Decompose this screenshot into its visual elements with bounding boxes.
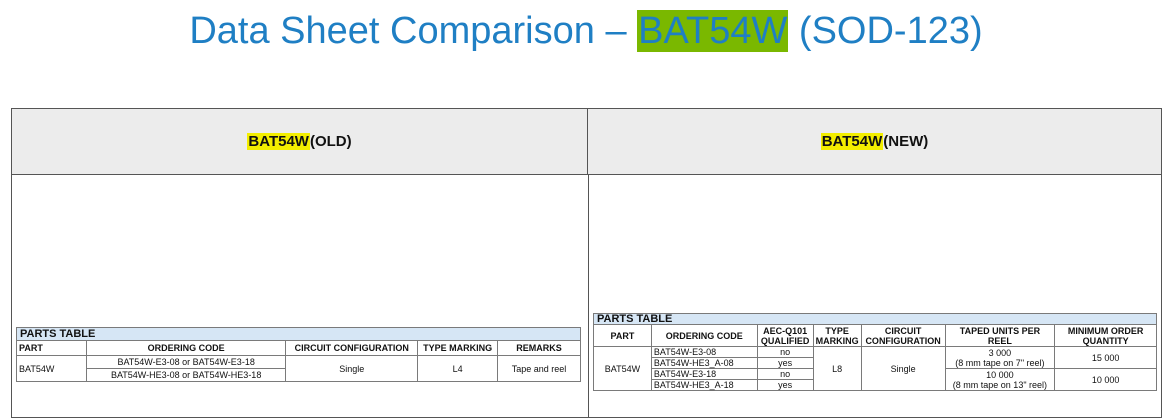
reel-count-2: 10 000 bbox=[986, 369, 1014, 380]
old-col-marking: TYPE MARKING bbox=[417, 340, 499, 356]
new-qualified-cell: yes bbox=[756, 357, 814, 369]
old-col-circuit: CIRCUIT CONFIGURATION bbox=[285, 340, 419, 356]
new-col-reel: TAPED UNITS PER REEL bbox=[944, 324, 1056, 347]
old-marking-cell: L4 bbox=[417, 355, 499, 382]
page-title: Data Sheet Comparison – BAT54W (SOD-123) bbox=[0, 10, 1172, 53]
old-code-cell: BAT54W-E3-08 or BAT54W-E3-18 bbox=[85, 355, 287, 369]
new-tag: (NEW) bbox=[883, 133, 929, 150]
new-col-moq: MINIMUM ORDER QUANTITY bbox=[1054, 324, 1157, 347]
new-moq-cell-1: 15 000 bbox=[1054, 346, 1157, 369]
title-part-highlight: BAT54W bbox=[637, 10, 789, 52]
new-code-cell: BAT54W-E3-18 bbox=[650, 368, 758, 380]
title-prefix: Data Sheet Comparison – bbox=[189, 10, 638, 52]
new-part-highlight: BAT54W bbox=[820, 133, 884, 150]
new-circuit-cell: Single bbox=[860, 346, 946, 391]
column-divider bbox=[588, 175, 589, 417]
old-part-cell: BAT54W bbox=[16, 355, 87, 382]
old-parts-table: PARTS TABLE PART ORDERING CODE CIRCUIT C… bbox=[16, 327, 581, 382]
new-qualified-cell: yes bbox=[756, 379, 814, 391]
new-qualified-cell: no bbox=[756, 368, 814, 380]
old-remarks-cell: Tape and reel bbox=[497, 355, 581, 382]
new-moq-cell-2: 10 000 bbox=[1054, 368, 1157, 391]
new-col-part: PART bbox=[593, 324, 652, 347]
new-col-marking: TYPE MARKING bbox=[812, 324, 862, 347]
new-col-circuit: CIRCUIT CONFIGURATION bbox=[860, 324, 946, 347]
reel-count-1: 3 000 bbox=[988, 347, 1012, 358]
new-code-cell: BAT54W-E3-08 bbox=[650, 346, 758, 358]
new-col-qualified: AEC-Q101 QUALIFIED bbox=[756, 324, 814, 347]
new-marking-cell: L8 bbox=[812, 346, 862, 391]
old-column-header: BAT54W (OLD) bbox=[12, 109, 588, 175]
new-column-header: BAT54W (NEW) bbox=[588, 109, 1161, 175]
new-code-cell: BAT54W-HE3_A-18 bbox=[650, 379, 758, 391]
title-suffix: (SOD-123) bbox=[788, 10, 983, 52]
reel-note-2: (8 mm tape on 13" reel) bbox=[952, 379, 1048, 390]
old-code-cell: BAT54W-HE3-08 or BAT54W-HE3-18 bbox=[85, 368, 287, 382]
old-tag: (OLD) bbox=[309, 133, 352, 150]
new-part-cell: BAT54W bbox=[593, 346, 652, 391]
new-reel-cell-1: 3 000 (8 mm tape on 7" reel) bbox=[944, 346, 1056, 369]
old-part-highlight: BAT54W bbox=[247, 133, 310, 150]
new-qualified-cell: no bbox=[756, 346, 814, 358]
reel-note-1: (8 mm tape on 7" reel) bbox=[955, 357, 1045, 368]
old-col-remarks: REMARKS bbox=[497, 340, 581, 356]
new-reel-cell-2: 10 000 (8 mm tape on 13" reel) bbox=[944, 368, 1056, 391]
old-col-ordering-code: ORDERING CODE bbox=[85, 340, 287, 356]
old-circuit-cell: Single bbox=[285, 355, 419, 382]
new-table-caption: PARTS TABLE bbox=[593, 313, 1157, 325]
old-col-part: PART bbox=[16, 340, 87, 356]
old-table-caption: PARTS TABLE bbox=[16, 327, 581, 341]
new-code-cell: BAT54W-HE3_A-08 bbox=[650, 357, 758, 369]
new-col-ordering-code: ORDERING CODE bbox=[650, 324, 758, 347]
new-parts-table: PARTS TABLE PART ORDERING CODE AEC-Q101 … bbox=[593, 313, 1157, 391]
